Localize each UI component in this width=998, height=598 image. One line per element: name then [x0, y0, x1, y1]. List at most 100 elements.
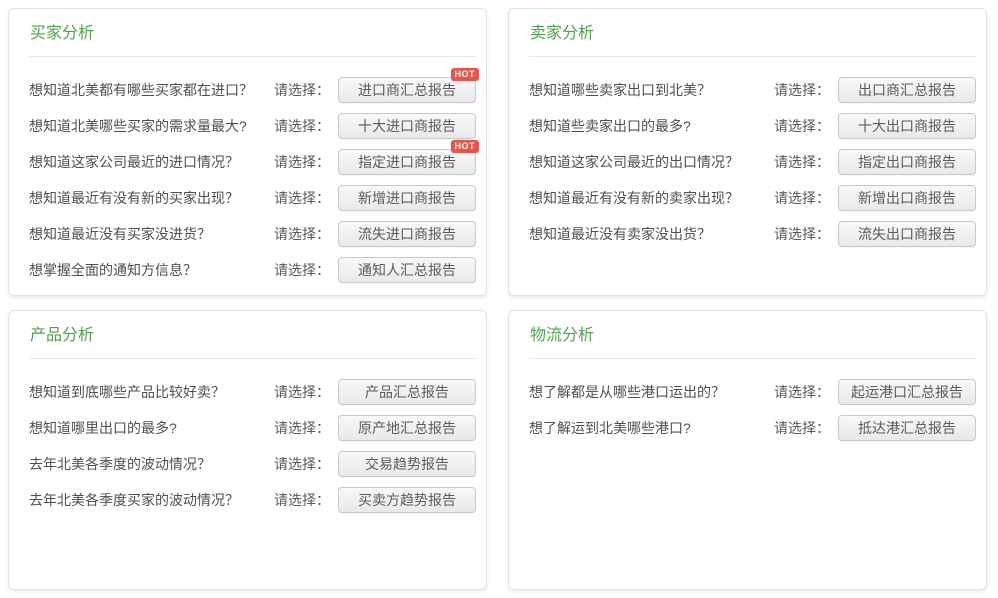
report-selection-page: 买家分析 想知道北美都有哪些买家都在进口？ 请选择： 进口商汇总报告 HOT 想… [0, 0, 998, 590]
button-wrap: 抵达港汇总报告 [838, 415, 976, 441]
button-wrap: 起运港口汇总报告 [838, 379, 976, 405]
question-label: 想知道北美哪些买家的需求量最大? [29, 116, 274, 136]
report-button-top10-exporters[interactable]: 十大出口商报告 [838, 113, 976, 139]
select-label: 请选择： [774, 382, 830, 402]
question-label: 想知道这家公司最近的进口情况？ [29, 152, 274, 172]
report-row: 想知道哪里出口的最多? 请选择： 原产地汇总报告 [29, 410, 476, 446]
report-button-importer-summary[interactable]: 进口商汇总报告 [338, 77, 476, 103]
report-rows: 想了解都是从哪些港口运出的？ 请选择： 起运港口汇总报告 想了解运到北美哪些港口… [529, 359, 976, 446]
report-row: 想知道最近没有卖家没出货？ 请选择： 流失出口商报告 [529, 216, 976, 252]
report-row: 去年北美各季度的波动情况？ 请选择： 交易趋势报告 [29, 446, 476, 482]
select-label: 请选择： [774, 152, 830, 172]
report-rows: 想知道北美都有哪些买家都在进口？ 请选择： 进口商汇总报告 HOT 想知道北美哪… [29, 57, 476, 288]
question-label: 想知道哪里出口的最多? [29, 418, 274, 438]
select-label: 请选择： [274, 80, 330, 100]
panel-seller-analysis: 卖家分析 想知道哪些卖家出口到北美？ 请选择： 出口商汇总报告 想知道些卖家出口… [508, 8, 987, 296]
select-label: 请选择： [774, 116, 830, 136]
select-label: 请选择： [274, 116, 330, 136]
report-row: 想知道哪些卖家出口到北美？ 请选择： 出口商汇总报告 [529, 72, 976, 108]
panel-header: 物流分析 [529, 311, 976, 359]
question-label: 想了解都是从哪些港口运出的？ [529, 382, 774, 402]
button-wrap: 出口商汇总报告 [838, 77, 976, 103]
select-label: 请选择： [774, 418, 830, 438]
hot-badge: HOT [451, 140, 480, 153]
report-button-new-importers[interactable]: 新增进口商报告 [338, 185, 476, 211]
select-label: 请选择： [274, 260, 330, 280]
select-label: 请选择： [274, 490, 330, 510]
question-label: 想知道最近有没有新的卖家出现？ [529, 188, 774, 208]
select-label: 请选择： [274, 454, 330, 474]
button-wrap: 十大进口商报告 [338, 113, 476, 139]
report-row: 想知道些卖家出口的最多? 请选择： 十大出口商报告 [529, 108, 976, 144]
report-button-product-summary[interactable]: 产品汇总报告 [338, 379, 476, 405]
question-label: 想知道这家公司最近的出口情况？ [529, 152, 774, 172]
question-label: 想知道到底哪些产品比较好卖？ [29, 382, 274, 402]
report-button-new-exporters[interactable]: 新增出口商报告 [838, 185, 976, 211]
select-label: 请选择： [774, 188, 830, 208]
question-label: 想了解运到北美哪些港口? [529, 418, 774, 438]
panel-title-seller: 卖家分析 [530, 24, 976, 43]
panel-logistics-analysis: 物流分析 想了解都是从哪些港口运出的？ 请选择： 起运港口汇总报告 想了解运到北… [508, 310, 987, 590]
select-label: 请选择： [774, 224, 830, 244]
report-button-specified-exporter[interactable]: 指定出口商报告 [838, 149, 976, 175]
button-wrap: 新增进口商报告 [338, 185, 476, 211]
select-label: 请选择： [274, 224, 330, 244]
report-row: 想知道最近没有买家没进货？ 请选择： 流失进口商报告 [29, 216, 476, 252]
button-wrap: 通知人汇总报告 [338, 257, 476, 283]
panel-product-analysis: 产品分析 想知道到底哪些产品比较好卖？ 请选择： 产品汇总报告 想知道哪里出口的… [8, 310, 487, 590]
report-row: 想知道最近有没有新的卖家出现？ 请选择： 新增出口商报告 [529, 180, 976, 216]
button-wrap: 原产地汇总报告 [338, 415, 476, 441]
panel-header: 卖家分析 [529, 9, 976, 57]
button-wrap: 指定出口商报告 [838, 149, 976, 175]
question-label: 想知道哪些卖家出口到北美？ [529, 80, 774, 100]
button-wrap: 流失进口商报告 [338, 221, 476, 247]
report-button-top10-importers[interactable]: 十大进口商报告 [338, 113, 476, 139]
report-row: 想了解运到北美哪些港口? 请选择： 抵达港汇总报告 [529, 410, 976, 446]
question-label: 去年北美各季度买家的波动情况？ [29, 490, 274, 510]
select-label: 请选择： [274, 382, 330, 402]
button-wrap: 指定进口商报告 HOT [338, 149, 476, 175]
report-row: 想知道北美都有哪些买家都在进口？ 请选择： 进口商汇总报告 HOT [29, 72, 476, 108]
question-label: 想知道北美都有哪些买家都在进口？ [29, 80, 274, 100]
question-label: 想知道最近没有卖家没出货？ [529, 224, 774, 244]
panel-title-product: 产品分析 [30, 326, 476, 345]
report-button-lost-exporters[interactable]: 流失出口商报告 [838, 221, 976, 247]
report-row: 想知道到底哪些产品比较好卖？ 请选择： 产品汇总报告 [29, 374, 476, 410]
report-row: 想知道这家公司最近的进口情况？ 请选择： 指定进口商报告 HOT [29, 144, 476, 180]
select-label: 请选择： [274, 188, 330, 208]
button-wrap: 产品汇总报告 [338, 379, 476, 405]
select-label: 请选择： [274, 418, 330, 438]
button-wrap: 进口商汇总报告 HOT [338, 77, 476, 103]
report-button-lost-importers[interactable]: 流失进口商报告 [338, 221, 476, 247]
report-button-trade-trend[interactable]: 交易趋势报告 [338, 451, 476, 477]
report-button-buyer-seller-trend[interactable]: 买卖方趋势报告 [338, 487, 476, 513]
panel-header: 产品分析 [29, 311, 476, 359]
report-button-notify-party-summary[interactable]: 通知人汇总报告 [338, 257, 476, 283]
select-label: 请选择： [274, 152, 330, 172]
report-button-loading-port-summary[interactable]: 起运港口汇总报告 [838, 379, 976, 405]
panel-title-buyer: 买家分析 [30, 24, 476, 43]
report-button-exporter-summary[interactable]: 出口商汇总报告 [838, 77, 976, 103]
report-row: 想掌握全面的通知方信息？ 请选择： 通知人汇总报告 [29, 252, 476, 288]
hot-badge: HOT [451, 68, 480, 81]
report-rows: 想知道到底哪些产品比较好卖？ 请选择： 产品汇总报告 想知道哪里出口的最多? 请… [29, 359, 476, 518]
report-row: 想知道最近有没有新的买家出现？ 请选择： 新增进口商报告 [29, 180, 476, 216]
panel-title-logistics: 物流分析 [530, 326, 976, 345]
report-button-origin-summary[interactable]: 原产地汇总报告 [338, 415, 476, 441]
panel-header: 买家分析 [29, 9, 476, 57]
report-row: 想了解都是从哪些港口运出的？ 请选择： 起运港口汇总报告 [529, 374, 976, 410]
report-row: 想知道北美哪些买家的需求量最大? 请选择： 十大进口商报告 [29, 108, 476, 144]
question-label: 想掌握全面的通知方信息？ [29, 260, 274, 280]
select-label: 请选择： [774, 80, 830, 100]
report-rows: 想知道哪些卖家出口到北美？ 请选择： 出口商汇总报告 想知道些卖家出口的最多? … [529, 57, 976, 252]
button-wrap: 交易趋势报告 [338, 451, 476, 477]
report-button-arrival-port-summary[interactable]: 抵达港汇总报告 [838, 415, 976, 441]
report-row: 去年北美各季度买家的波动情况？ 请选择： 买卖方趋势报告 [29, 482, 476, 518]
question-label: 想知道最近没有买家没进货？ [29, 224, 274, 244]
panel-buyer-analysis: 买家分析 想知道北美都有哪些买家都在进口？ 请选择： 进口商汇总报告 HOT 想… [8, 8, 487, 296]
report-button-specified-importer[interactable]: 指定进口商报告 [338, 149, 476, 175]
button-wrap: 流失出口商报告 [838, 221, 976, 247]
question-label: 想知道些卖家出口的最多? [529, 116, 774, 136]
question-label: 去年北美各季度的波动情况？ [29, 454, 274, 474]
button-wrap: 十大出口商报告 [838, 113, 976, 139]
